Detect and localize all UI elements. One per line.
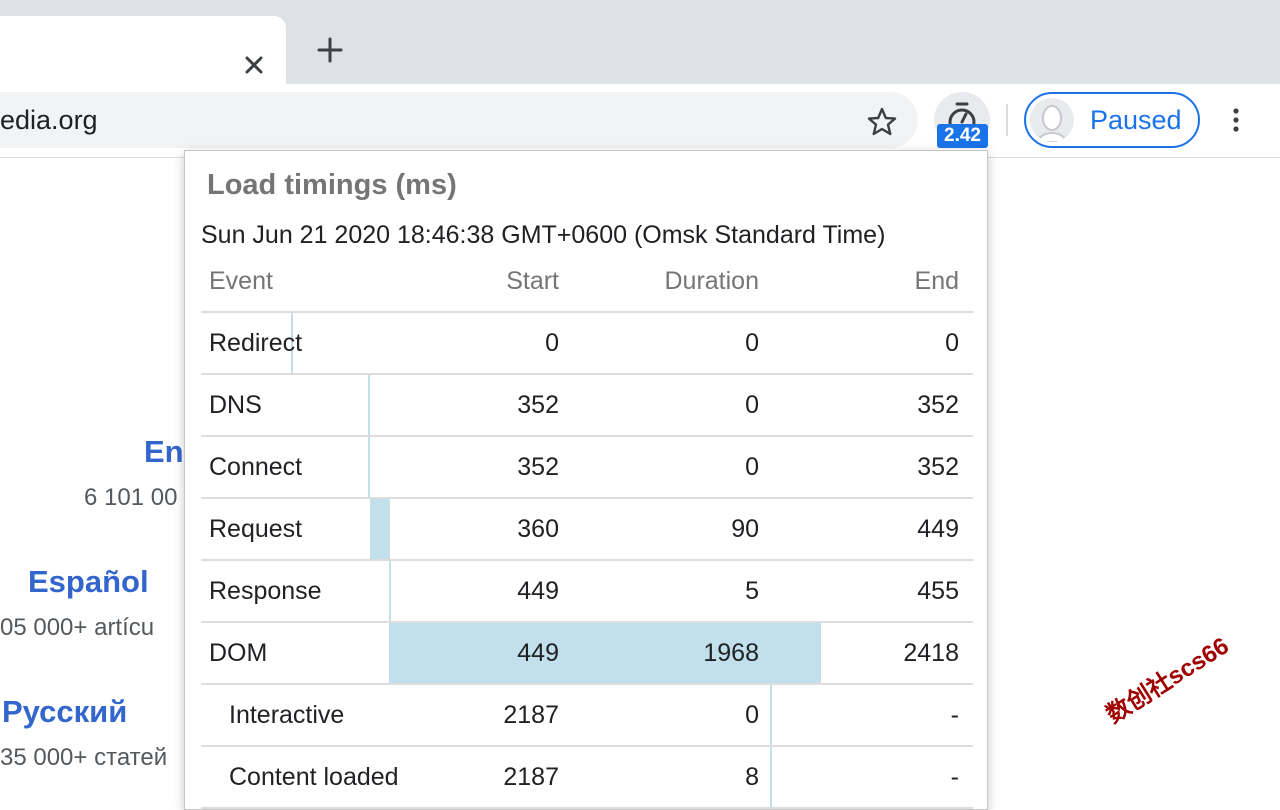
timing-bar: [368, 437, 370, 497]
timing-start: 360: [517, 515, 559, 543]
language-count-spanish: 05 000+ artícu: [0, 614, 155, 641]
timing-bar: [770, 685, 772, 745]
extension-badge: 2.42: [937, 124, 988, 148]
address-bar[interactable]: edia.org: [0, 92, 918, 148]
load-timings-popup: Load timings (ms) Sun Jun 21 2020 18:46:…: [184, 150, 988, 810]
bookmark-star-icon[interactable]: [864, 104, 900, 140]
popup-title: Load timings (ms): [207, 169, 457, 201]
url-text[interactable]: edia.org: [0, 92, 98, 148]
more-menu-icon[interactable]: [1226, 104, 1246, 136]
timing-event: Content loaded: [229, 763, 399, 791]
timing-duration: 8: [745, 763, 759, 791]
timing-bar: [770, 747, 773, 807]
avatar: [1030, 98, 1074, 142]
timing-bar: [369, 499, 390, 559]
timing-bar: [368, 375, 370, 435]
timing-duration: 0: [745, 391, 759, 419]
table-row: Request 360 90 449: [201, 499, 973, 561]
column-header-end: End: [914, 267, 959, 295]
profile-status-label: Paused: [1090, 105, 1182, 135]
column-header-duration: Duration: [664, 267, 760, 295]
watermark: 数创社scs66: [1101, 632, 1234, 729]
timing-event: Redirect: [209, 329, 303, 357]
table-row: DOM 449 1968 2418: [201, 623, 973, 685]
timings-table: Event Start Duration End Redirect 0 0 0 DNS 3…: [201, 251, 973, 809]
popup-date: Sun Jun 21 2020 18:46:38 GMT+0600 (Omsk …: [201, 221, 886, 249]
timing-end: 449: [917, 515, 959, 543]
timing-start: 449: [517, 577, 559, 605]
timing-event: Request: [209, 515, 303, 543]
column-header-start: Start: [506, 267, 559, 295]
table-body: Redirect 0 0 0 DNS 352 0 352 Connect 352 0 352 Reque…: [201, 313, 973, 809]
timing-end: 0: [945, 329, 959, 357]
timing-event: DOM: [209, 639, 268, 667]
table-row: Interactive 2187 0 -: [201, 685, 973, 747]
timing-start: 2187: [503, 763, 559, 791]
table-row: DNS 352 0 352: [201, 375, 973, 437]
timing-start: 0: [545, 329, 559, 357]
tab-strip: [0, 0, 1280, 84]
timing-end: 455: [917, 577, 959, 605]
language-link-spanish[interactable]: Español: [28, 564, 149, 600]
table-row: Connect 352 0 352: [201, 437, 973, 499]
language-count-english: 6 101 00: [84, 484, 178, 511]
new-tab-icon[interactable]: [312, 32, 348, 68]
table-row: Response 449 5 455: [201, 561, 973, 623]
profile-button[interactable]: Paused: [1024, 92, 1200, 148]
timing-end: -: [950, 701, 959, 729]
close-icon[interactable]: [238, 49, 270, 81]
toolbar-separator: [1006, 104, 1008, 136]
timing-duration: 0: [745, 701, 759, 729]
timing-event: DNS: [209, 391, 262, 419]
timing-duration: 0: [745, 453, 759, 481]
table-header: Event Start Duration End: [201, 251, 973, 313]
timing-start: 449: [517, 639, 559, 667]
timing-bar: [389, 561, 391, 621]
timing-event: Response: [209, 577, 322, 605]
timing-duration: 5: [745, 577, 759, 605]
timing-end: 2418: [903, 639, 959, 667]
person-icon: [1036, 105, 1068, 142]
column-header-event: Event: [209, 267, 273, 295]
timing-start: 352: [517, 391, 559, 419]
timing-start: 2187: [503, 701, 559, 729]
timing-duration: 90: [731, 515, 759, 543]
active-tab[interactable]: [0, 16, 286, 84]
timing-start: 352: [517, 453, 559, 481]
timing-event: Interactive: [229, 701, 345, 729]
language-link-russian[interactable]: Русский: [2, 694, 127, 730]
timing-end: 352: [917, 391, 959, 419]
timing-end: -: [950, 763, 959, 791]
timing-duration: 1968: [703, 639, 759, 667]
language-count-russian: 35 000+ статей: [0, 744, 168, 771]
table-row: Redirect 0 0 0: [201, 313, 973, 375]
timing-end: 352: [917, 453, 959, 481]
timing-event: Connect: [209, 453, 303, 481]
timing-duration: 0: [745, 329, 759, 357]
